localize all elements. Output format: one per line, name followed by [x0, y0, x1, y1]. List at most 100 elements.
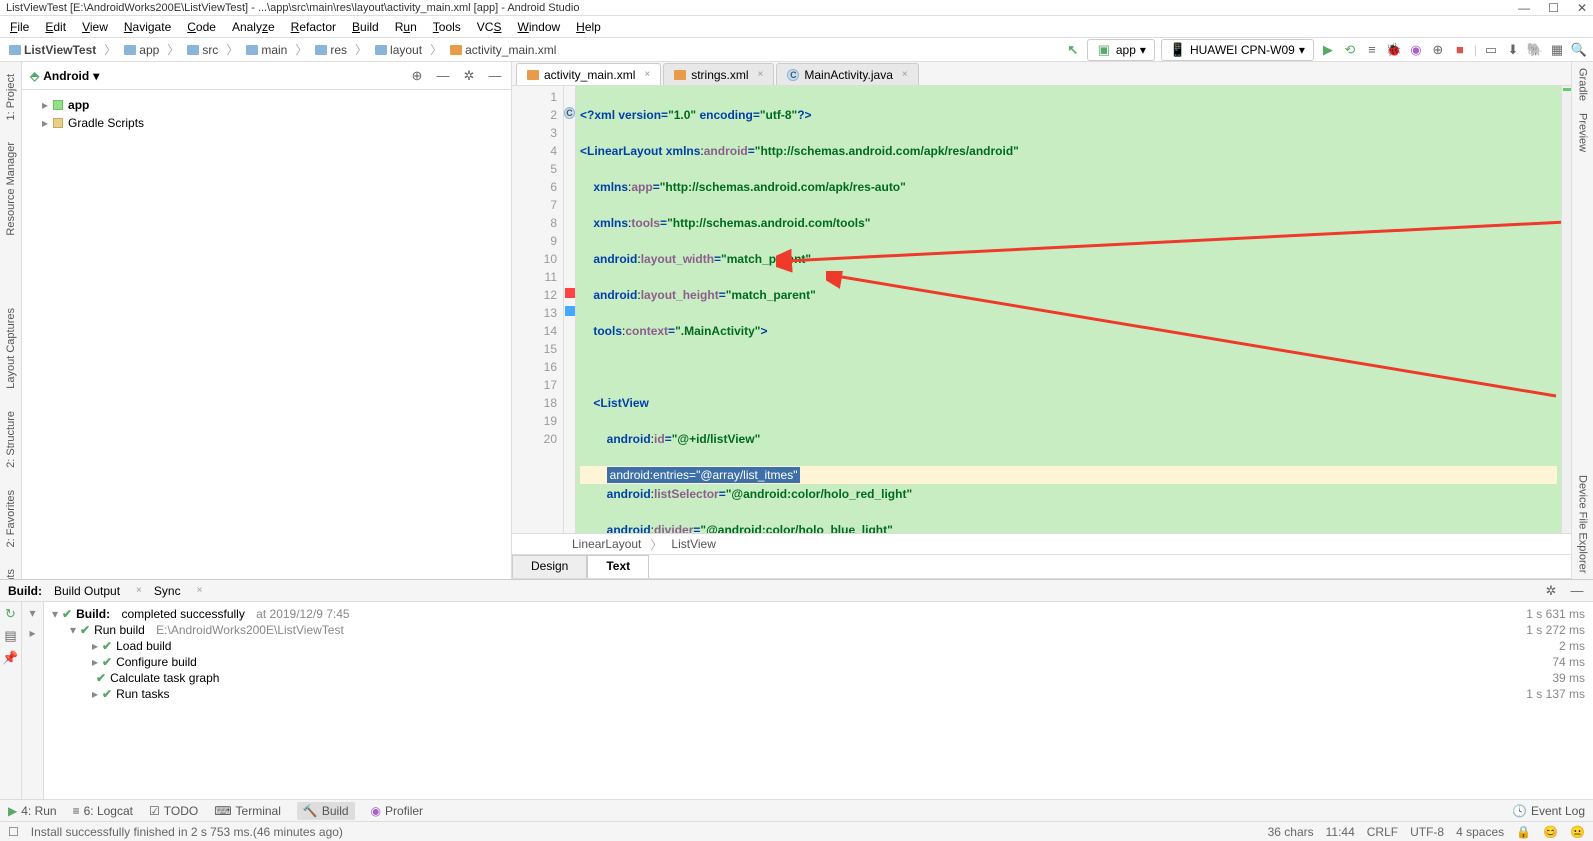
bb-run[interactable]: ▶4: Run — [8, 804, 57, 818]
bc-project[interactable]: ListViewTest — [6, 42, 99, 58]
bc-res[interactable]: res — [312, 42, 350, 58]
avd-icon[interactable]: ▭ — [1483, 42, 1499, 58]
hide-icon[interactable]: — — [487, 68, 503, 84]
error-stripe[interactable] — [1561, 86, 1571, 533]
status-indent[interactable]: 4 spaces — [1456, 825, 1504, 839]
tab-strings[interactable]: strings.xml× — [663, 63, 774, 85]
editor[interactable]: 1234567891011121314151617181920 C <?xml … — [512, 86, 1571, 533]
menu-edit[interactable]: Edit — [39, 18, 72, 36]
collapse-icon[interactable]: ▸ — [29, 626, 35, 640]
rail-build-variants[interactable]: Build Variants — [5, 563, 17, 579]
main-area: 1: Project Resource Manager Layout Captu… — [0, 62, 1593, 579]
rerun-icon[interactable]: ↻ — [3, 606, 19, 622]
tree-gradle[interactable]: Gradle Scripts — [68, 116, 144, 130]
sync-tab[interactable]: Sync — [154, 584, 181, 598]
debug-icon[interactable]: 🐞 — [1386, 42, 1402, 58]
close-tab-icon[interactable]: × — [644, 69, 650, 80]
editor-tabs: activity_main.xml× strings.xml× CMainAct… — [512, 62, 1571, 86]
run-config-selector[interactable]: ▣ app ▾ — [1087, 39, 1155, 61]
menu-analyze[interactable]: Analyze — [226, 18, 281, 36]
build-output-tab[interactable]: Build Output — [54, 584, 120, 598]
collapse-icon[interactable]: — — [435, 68, 451, 84]
locate-icon[interactable]: ⊕ — [409, 68, 425, 84]
device-selector[interactable]: 📱 HUAWEI CPN-W09 ▾ — [1161, 39, 1314, 61]
gear-icon[interactable]: ✲ — [1543, 583, 1559, 599]
bb-todo[interactable]: ☑TODO — [149, 804, 198, 818]
bb-build[interactable]: 🔨Build — [297, 802, 355, 820]
menu-code[interactable]: Code — [181, 18, 222, 36]
filter-icon[interactable]: ▤ — [3, 628, 19, 644]
status-le[interactable]: CRLF — [1367, 825, 1398, 839]
code-area[interactable]: <?xml version="1.0" encoding="utf-8"?> <… — [576, 86, 1561, 533]
rail-structure[interactable]: 2: Structure — [5, 405, 17, 474]
bc-file[interactable]: activity_main.xml — [447, 42, 559, 58]
project-panel: ⬘ Android ▾ ⊕ — ✲ — ▸app ▸Gradle Scripts — [22, 62, 512, 579]
rail-layout-captures[interactable]: Layout Captures — [5, 302, 17, 395]
back-arrow-icon[interactable]: ↖ — [1065, 42, 1081, 58]
project-view-selector[interactable]: ⬘ Android ▾ — [30, 69, 99, 83]
gear-icon[interactable]: ✲ — [461, 68, 477, 84]
run-icon[interactable]: ▶ — [1320, 42, 1336, 58]
gradle-icon — [53, 118, 63, 128]
status-enc[interactable]: UTF-8 — [1410, 825, 1444, 839]
profile-icon[interactable]: ◉ — [1408, 42, 1424, 58]
menu-file[interactable]: File — [4, 18, 35, 36]
rail-favorites[interactable]: 2: Favorites — [5, 484, 17, 553]
crumb-linearlayout[interactable]: LinearLayout — [572, 537, 641, 551]
layout-view-tabs: Design Text — [512, 555, 1571, 579]
rail-resource[interactable]: Resource Manager — [5, 136, 17, 242]
marker-gutter[interactable]: C — [564, 86, 576, 533]
project-tree[interactable]: ▸app ▸Gradle Scripts — [22, 90, 511, 138]
apply-changes-icon[interactable]: ⟲ — [1342, 42, 1358, 58]
menu-window[interactable]: Window — [511, 18, 566, 36]
line-gutter[interactable]: 1234567891011121314151617181920 — [512, 86, 564, 533]
tab-activity-main[interactable]: activity_main.xml× — [516, 63, 661, 85]
status-pos: 11:44 — [1326, 825, 1355, 839]
attach-icon[interactable]: ⊕ — [1430, 42, 1446, 58]
text-tab[interactable]: Text — [587, 555, 649, 578]
expand-icon[interactable]: ▾ — [29, 606, 35, 620]
maximize-icon[interactable]: ☐ — [1548, 1, 1559, 15]
code-breadcrumb: LinearLayout 〉 ListView — [512, 533, 1571, 555]
bc-app[interactable]: app — [121, 42, 162, 58]
rail-gradle[interactable]: Gradle — [1577, 62, 1589, 107]
menu-build[interactable]: Build — [346, 18, 385, 36]
hide-icon[interactable]: — — [1569, 583, 1585, 599]
design-tab[interactable]: Design — [512, 555, 587, 578]
menu-view[interactable]: View — [76, 18, 114, 36]
rail-project[interactable]: 1: Project — [5, 68, 17, 126]
bb-logcat[interactable]: ≡6: Logcat — [73, 804, 133, 818]
bb-profiler[interactable]: ◉Profiler — [371, 804, 424, 818]
struct-icon[interactable]: ▦ — [1549, 42, 1565, 58]
menu-help[interactable]: Help — [570, 18, 607, 36]
build-tree-toggles: ▾ ▸ — [22, 602, 44, 799]
tab-mainactivity[interactable]: CMainActivity.java× — [776, 63, 918, 85]
status-bar: ☐ Install successfully finished in 2 s 7… — [0, 821, 1593, 841]
close-tab-icon[interactable]: × — [758, 69, 764, 80]
crumb-listview[interactable]: ListView — [671, 537, 715, 551]
sync-icon[interactable]: 🐘 — [1527, 42, 1543, 58]
tree-app[interactable]: app — [68, 98, 89, 112]
rail-preview[interactable]: Preview — [1577, 107, 1589, 158]
menu-navigate[interactable]: Navigate — [118, 18, 177, 36]
rail-device-explorer[interactable]: Device File Explorer — [1577, 469, 1589, 579]
close-tab-icon[interactable]: × — [902, 69, 908, 80]
menu-vcs[interactable]: VCS — [471, 18, 508, 36]
menu-tools[interactable]: Tools — [427, 18, 467, 36]
menu-run[interactable]: Run — [389, 18, 423, 36]
breadcrumb: ListViewTest〉 app〉 src〉 main〉 res〉 layou… — [6, 41, 559, 58]
close-icon[interactable]: ✕ — [1577, 1, 1587, 15]
search-icon[interactable]: 🔍 — [1571, 42, 1587, 58]
sdk-icon[interactable]: ⬇ — [1505, 42, 1521, 58]
bc-layout[interactable]: layout — [372, 42, 425, 58]
bc-main[interactable]: main — [243, 42, 290, 58]
bc-src[interactable]: src — [184, 42, 221, 58]
minimize-icon[interactable]: — — [1518, 1, 1530, 15]
bb-terminal[interactable]: ⌨Terminal — [214, 804, 281, 818]
bb-eventlog[interactable]: 🕓Event Log — [1512, 804, 1585, 818]
stop-icon[interactable]: ■ — [1452, 42, 1468, 58]
apply-code-icon[interactable]: ≡ — [1364, 42, 1380, 58]
menu-refactor[interactable]: Refactor — [285, 18, 342, 36]
pin-icon[interactable]: 📌 — [3, 650, 19, 666]
build-tree[interactable]: ▾✔Build: completed successfully at 2019/… — [44, 602, 1593, 799]
